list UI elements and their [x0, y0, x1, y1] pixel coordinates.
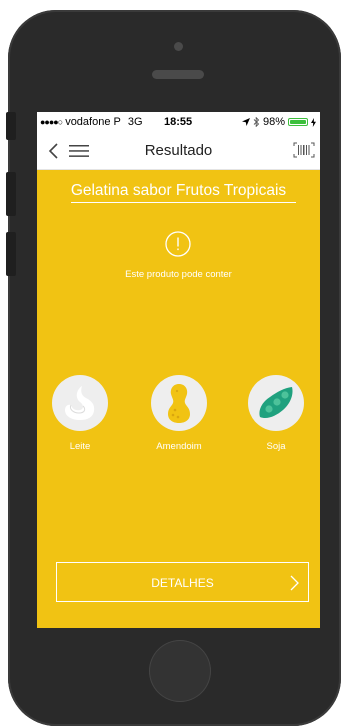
network-type: 3G: [127, 116, 143, 128]
details-button[interactable]: DETALHES: [56, 562, 309, 602]
battery-percent: 98%: [262, 116, 285, 128]
allergen-label-soy: Soja: [266, 441, 286, 452]
earpiece-speaker: [152, 70, 204, 79]
soy-icon: [259, 387, 293, 419]
location-arrow-icon: [241, 118, 250, 126]
volume-down-button: [6, 232, 16, 276]
product-name: Gelatina sabor Frutos Tropicais: [70, 182, 287, 199]
warning-text: Este produto pode conter: [125, 269, 232, 280]
battery-icon: [288, 118, 308, 126]
details-button-label: DETALHES: [151, 576, 214, 590]
allergen-soy[interactable]: Soja: [241, 375, 311, 452]
status-time: 18:55: [164, 116, 193, 128]
allergen-peanut[interactable]: Amendoim: [144, 375, 214, 452]
peanut-icon: [168, 384, 190, 423]
home-button[interactable]: [149, 640, 211, 702]
charging-icon: [311, 117, 316, 127]
mute-switch: [6, 112, 16, 140]
barcode-icon[interactable]: [293, 142, 315, 158]
nav-bar: Resultado: [37, 132, 320, 170]
signal-dots-icon: ●●●●○: [40, 117, 63, 127]
product-name-underline: [71, 202, 296, 203]
allergen-label-milk: Leite: [69, 441, 91, 452]
allergen-label-peanut: Amendoim: [156, 441, 202, 452]
milk-icon: [65, 386, 95, 420]
status-bar: ●●●●○ vodafone P 3G 18:55 98%: [37, 112, 320, 132]
chevron-right-icon: [290, 575, 299, 591]
carrier-name: vodafone P: [65, 116, 121, 128]
app-screen: ●●●●○ vodafone P 3G 18:55 98% Resultado …: [37, 112, 320, 628]
exclamation-circle-icon: [165, 231, 191, 257]
page-title: Resultado: [144, 142, 213, 159]
allergen-milk[interactable]: Leite: [45, 375, 115, 452]
bluetooth-icon: [253, 117, 260, 127]
front-camera: [174, 42, 183, 51]
volume-up-button: [6, 172, 16, 216]
